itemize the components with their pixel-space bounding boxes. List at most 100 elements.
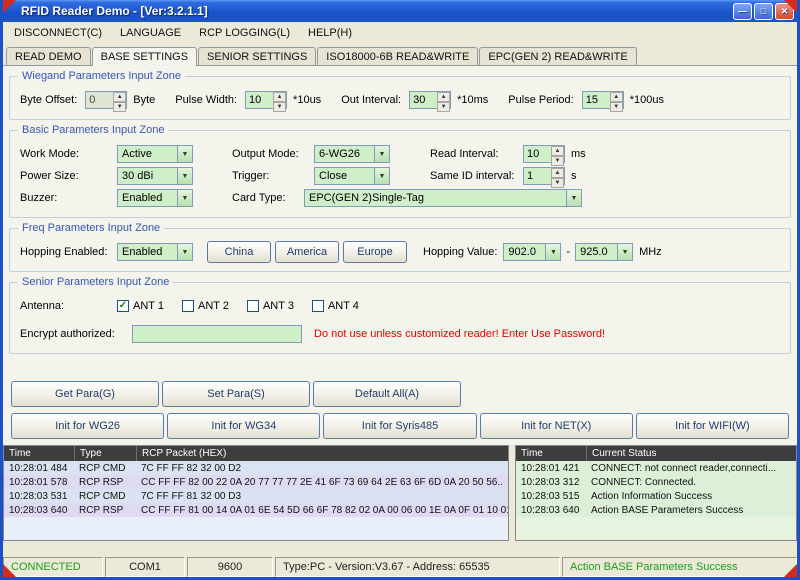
log-row[interactable]: 10:28:03 531 RCP CMD 7C FF FF 81 32 00 D… [4, 489, 508, 503]
init-syris485-button[interactable]: Init for Syris485 [323, 413, 477, 439]
spin-down-icon[interactable] [551, 178, 564, 188]
senior-group: Senior Parameters Input Zone Antenna: AN… [9, 276, 791, 354]
hopping-to-select[interactable]: 925.0 [575, 243, 634, 261]
antenna-label: Antenna: [20, 300, 65, 312]
set-para-button[interactable]: Set Para(S) [162, 381, 310, 407]
action-row-1: Get Para(G) Set Para(S) Default All(A) [9, 381, 791, 407]
log-row[interactable]: 10:28:03 640 RCP RSP CC FF FF 81 00 14 0… [4, 503, 508, 517]
spin-up-icon[interactable] [273, 92, 287, 102]
chevron-down-icon [177, 146, 192, 162]
hopping-from-select[interactable]: 902.0 [503, 243, 562, 261]
menu-disconnect[interactable]: DISCONNECT(C) [5, 24, 111, 42]
menu-help[interactable]: HELP(H) [299, 24, 361, 42]
byte-offset-stepper[interactable]: 0 [85, 91, 128, 112]
get-para-button[interactable]: Get Para(G) [11, 381, 159, 407]
spin-down-icon[interactable] [113, 102, 127, 112]
pulse-period-stepper[interactable]: 15 [581, 91, 624, 112]
pulse-period-label: Pulse Period: [508, 94, 574, 106]
card-type-select[interactable]: EPC(GEN 2)Single-Tag [304, 189, 582, 207]
ant4-option[interactable]: ANT 4 [311, 300, 359, 312]
hopping-value-label: Hopping Value: [423, 246, 498, 258]
pulse-width-label: Pulse Width: [175, 94, 238, 106]
default-all-button[interactable]: Default All(A) [313, 381, 461, 407]
init-wg34-button[interactable]: Init for WG34 [167, 413, 321, 439]
menu-language[interactable]: LANGUAGE [111, 24, 190, 42]
china-button[interactable]: China [207, 241, 271, 263]
window-controls: — □ ✕ [733, 2, 794, 20]
com-port: COM1 [105, 557, 185, 577]
byte-offset-label: Byte Offset: [20, 94, 78, 106]
tab-iso18000-6b[interactable]: ISO18000-6B READ&WRITE [317, 47, 479, 65]
same-id-interval-unit: s [571, 170, 577, 182]
europe-button[interactable]: Europe [343, 241, 407, 263]
spin-up-icon[interactable] [113, 92, 127, 102]
trigger-select[interactable]: Close [314, 167, 390, 185]
log-status: CONNECT: not connect reader,connecti... [591, 462, 777, 474]
tab-epc-gen2[interactable]: EPC(GEN 2) READ&WRITE [479, 47, 637, 65]
log-row[interactable]: 10:28:01 421 CONNECT: not connect reader… [516, 461, 796, 475]
spin-down-icon[interactable] [609, 102, 623, 112]
spin-down-icon[interactable] [437, 102, 451, 112]
read-interval-stepper[interactable]: 10 [523, 145, 565, 166]
log-row[interactable]: 10:28:03 312 CONNECT: Connected. [516, 475, 796, 489]
tab-read-demo[interactable]: READ DEMO [6, 47, 91, 65]
log-row[interactable]: 10:28:01 484 RCP CMD 7C FF FF 82 32 00 D… [4, 461, 508, 475]
log-type: RCP CMD [79, 490, 126, 502]
pulse-period-value: 15 [585, 94, 598, 106]
same-id-interval-stepper[interactable]: 1 [523, 167, 565, 188]
antenna-row: Antenna: ANT 1 ANT 2 ANT 3 ANT 4 [20, 295, 780, 317]
log-time: 10:28:01 578 [9, 476, 68, 488]
ant2-checkbox[interactable] [181, 300, 194, 312]
pulse-width-unit: *10us [293, 94, 322, 106]
power-size-label: Power Size: [20, 170, 79, 182]
log-row[interactable]: 10:28:03 515 Action Information Success [516, 489, 796, 503]
out-interval-arrows [437, 92, 451, 112]
title-bar[interactable]: RFID Reader Demo - [Ver:3.2.1.1] — □ ✕ [3, 0, 797, 22]
log-row[interactable]: 10:28:03 640 Action BASE Parameters Succ… [516, 503, 796, 517]
maximize-button[interactable]: □ [754, 2, 773, 20]
buzzer-select[interactable]: Enabled [117, 189, 193, 207]
ant1-checkbox[interactable] [117, 300, 129, 312]
log-status: Action BASE Parameters Success [591, 504, 744, 516]
ant3-checkbox[interactable] [246, 300, 259, 312]
out-interval-stepper[interactable]: 30 [409, 91, 452, 112]
log-status: CONNECT: Connected. [591, 476, 697, 488]
spin-down-icon[interactable] [551, 156, 564, 166]
basic-group: Basic Parameters Input Zone Work Mode: A… [9, 124, 791, 218]
out-interval-value: 30 [413, 94, 426, 106]
ant3-option[interactable]: ANT 3 [246, 300, 294, 312]
spin-up-icon[interactable] [551, 146, 564, 156]
ant1-option[interactable]: ANT 1 [117, 300, 164, 312]
america-button[interactable]: America [275, 241, 339, 263]
wiegand-group: Wiegand Parameters Input Zone Byte Offse… [9, 70, 791, 120]
spin-up-icon[interactable] [609, 92, 623, 102]
pulse-width-value: 10 [249, 94, 262, 106]
spin-up-icon[interactable] [437, 92, 451, 102]
init-net-button[interactable]: Init for NET(X) [479, 413, 633, 439]
log-time: 10:28:01 421 [521, 462, 580, 474]
log-row[interactable]: 10:28:01 578 RCP RSP CC FF FF 82 00 22 0… [4, 475, 508, 489]
work-mode-select[interactable]: Active [117, 145, 193, 163]
tab-senior-settings[interactable]: SENIOR SETTINGS [198, 47, 317, 65]
tab-base-settings[interactable]: BASE SETTINGS [91, 47, 198, 66]
hopping-enabled-select[interactable]: Enabled [117, 243, 193, 261]
minimize-button[interactable]: — [733, 2, 752, 20]
ant2-option[interactable]: ANT 2 [181, 300, 229, 312]
ant4-checkbox[interactable] [311, 300, 324, 312]
out-interval-unit: *10ms [457, 94, 489, 106]
init-wg26-button[interactable]: Init for WG26 [11, 413, 165, 439]
power-size-select[interactable]: 30 dBi [117, 167, 193, 185]
read-interval-label: Read Interval: [430, 148, 499, 160]
encrypt-authorized-input[interactable] [132, 325, 302, 343]
output-mode-select[interactable]: 6-WG26 [314, 145, 390, 163]
spin-up-icon[interactable] [551, 168, 564, 178]
hopping-separator: - [566, 246, 571, 258]
out-interval-label: Out Interval: [341, 94, 402, 106]
menu-rcp-logging[interactable]: RCP LOGGING(L) [190, 24, 299, 42]
pulse-width-stepper[interactable]: 10 [245, 91, 288, 112]
packet-log-time-header: Time [9, 448, 31, 459]
init-wifi-button[interactable]: Init for WIFI(W) [635, 413, 790, 439]
action-buttons: Get Para(G) Set Para(S) Default All(A) I… [9, 375, 791, 439]
spin-down-icon[interactable] [273, 102, 287, 112]
hopping-enabled-value: Enabled [122, 246, 163, 258]
